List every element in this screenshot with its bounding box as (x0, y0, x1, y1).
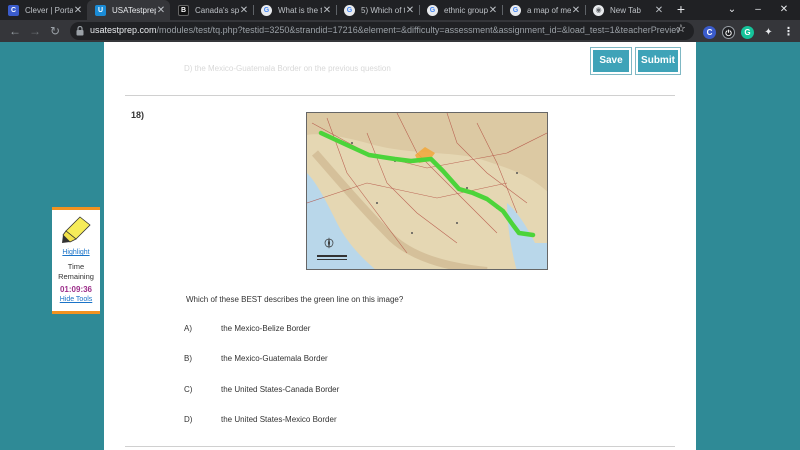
choice-letter: C) (184, 385, 193, 394)
divider (125, 95, 675, 96)
choice-letter: B) (184, 354, 192, 363)
map-image (306, 112, 548, 270)
tab-title: New Tab (610, 5, 641, 15)
browser-tab-strip: C Clever | Portal ✕ U USATestprep ✕ B Ca… (0, 0, 800, 20)
tab-google-search-4[interactable]: G a map of me ✕ (502, 0, 585, 20)
address-bar[interactable]: usatestprep.com/modules/test/tq.php?test… (70, 22, 694, 40)
tab-title: What is the t (278, 5, 322, 15)
close-icon[interactable]: ✕ (73, 5, 83, 16)
brainly-icon: B (178, 4, 189, 16)
hide-tools-link[interactable]: Hide Tools (52, 296, 100, 303)
close-icon[interactable]: ✕ (571, 5, 581, 16)
tab-new-tab[interactable]: ◉ New Tab ✕ (585, 0, 668, 20)
minimize-icon[interactable]: – (748, 0, 768, 20)
tab-title: Clever | Portal (25, 5, 73, 15)
url-text: usatestprep.com/modules/test/tq.php?test… (90, 25, 680, 35)
reload-icon[interactable]: ↻ (46, 22, 64, 40)
tab-brainly[interactable]: B Canada's sp ✕ (170, 0, 253, 20)
google-icon: G (427, 4, 438, 16)
tab-usatestprep[interactable]: U USATestprep ✕ (87, 0, 170, 20)
chrome-icon: ◉ (593, 4, 604, 16)
google-icon: G (510, 4, 521, 16)
browser-menu-icon[interactable]: ⋮ (782, 26, 795, 39)
tab-search-icon[interactable]: ⌄ (722, 0, 742, 20)
forward-icon[interactable]: → (26, 22, 44, 40)
save-button[interactable]: Save (590, 47, 632, 75)
new-tab-button[interactable]: + (674, 0, 688, 20)
lock-icon (76, 26, 84, 36)
previous-question-text: D) the Mexico-Guatemala Border on the pr… (184, 64, 391, 73)
close-icon[interactable]: ✕ (156, 5, 166, 16)
question-panel: D) the Mexico-Guatemala Border on the pr… (104, 42, 696, 450)
choice-letter: D) (184, 415, 193, 424)
extensions-puzzle-icon[interactable]: ✦ (762, 26, 775, 39)
choice-text: the United States-Canada Border (221, 385, 340, 394)
question-number: 18) (131, 110, 145, 120)
divider (125, 446, 675, 447)
grammarly-extension-icon[interactable]: G (741, 26, 754, 39)
tab-title: a map of me (527, 5, 571, 15)
submit-button[interactable]: Submit (635, 47, 681, 75)
choice-text: the United States-Mexico Border (221, 415, 337, 424)
tab-title: USATestprep (112, 5, 156, 15)
tab-google-search-2[interactable]: G 5) Which of t ✕ (336, 0, 419, 20)
tab-title: Canada's sp (195, 5, 239, 15)
bookmark-star-icon[interactable]: ☆ (676, 22, 686, 35)
test-tools-panel: Highlight Time Remaining 01:09:36 Hide T… (52, 207, 100, 314)
google-icon: G (344, 4, 355, 16)
time-remaining-value: 01:09:36 (59, 285, 93, 294)
highlight-link[interactable]: Highlight (52, 249, 100, 256)
clever-icon: C (8, 4, 19, 16)
highlighter-icon[interactable] (58, 214, 94, 244)
window-close-icon[interactable]: ✕ (774, 0, 794, 20)
choice-letter: A) (184, 324, 192, 333)
back-icon[interactable]: ← (6, 22, 24, 40)
close-icon[interactable]: ✕ (239, 5, 249, 16)
tab-clever[interactable]: C Clever | Portal ✕ (0, 0, 87, 20)
choice-text: the Mexico-Belize Border (221, 324, 311, 333)
choice-text: the Mexico-Guatemala Border (221, 354, 328, 363)
tab-google-search-3[interactable]: G ethnic group ✕ (419, 0, 502, 20)
close-icon[interactable]: ✕ (405, 5, 415, 16)
question-text: Which of these BEST describes the green … (186, 295, 404, 304)
time-remaining-label: Time Remaining (58, 262, 94, 281)
tab-title: 5) Which of t (361, 5, 405, 15)
close-icon[interactable]: ✕ (322, 5, 332, 16)
power-extension-icon[interactable]: ⏻ (722, 26, 735, 39)
google-icon: G (261, 4, 272, 16)
usatestprep-icon: U (95, 4, 106, 16)
close-icon[interactable]: ✕ (654, 5, 664, 16)
clever-extension-icon[interactable]: C (703, 26, 716, 39)
close-icon[interactable]: ✕ (488, 5, 498, 16)
tab-title: ethnic group (444, 5, 488, 15)
tab-google-search-1[interactable]: G What is the t ✕ (253, 0, 336, 20)
